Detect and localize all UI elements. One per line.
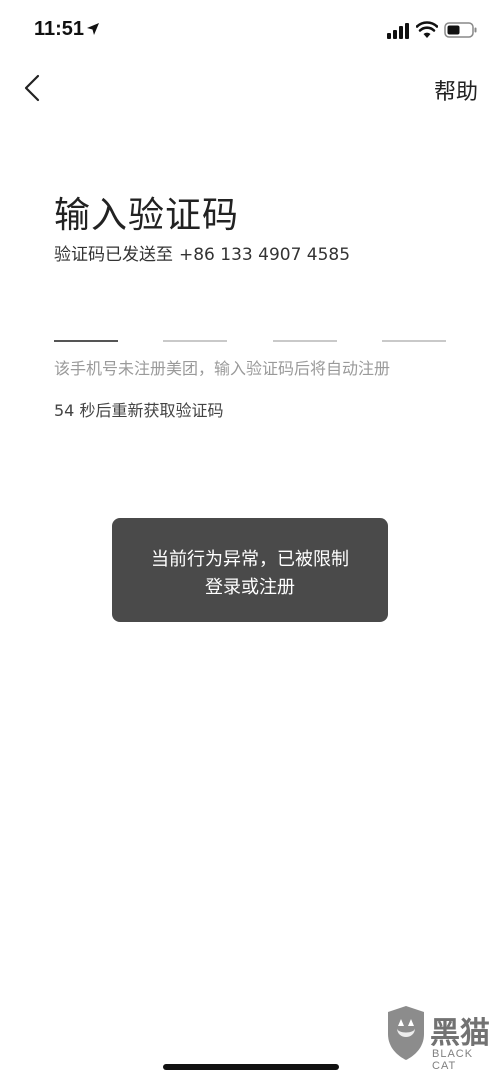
status-time: 11:51	[34, 18, 85, 40]
auto-register-hint: 该手机号未注册美团，输入验证码后将自动注册	[54, 359, 391, 378]
sent-to-info: 验证码已发送至 +86 133 4907 4585	[54, 240, 350, 265]
sent-to-label: 验证码已发送至	[54, 245, 173, 265]
code-digit-slot-3[interactable]	[273, 340, 337, 342]
verification-code-input[interactable]	[54, 340, 446, 344]
code-digit-slot-4[interactable]	[382, 340, 446, 342]
status-bar: 11:51	[0, 0, 500, 62]
error-toast: 当前行为异常，已被限制 登录或注册	[112, 518, 388, 622]
cellular-signal-icon	[387, 23, 409, 39]
toast-line-2: 登录或注册	[205, 577, 295, 598]
toast-line-1: 当前行为异常，已被限制	[151, 549, 349, 570]
location-arrow-icon	[87, 23, 99, 35]
code-digit-slot-2[interactable]	[163, 340, 227, 342]
phone-number: +86 133 4907 4585	[179, 245, 351, 265]
code-digit-slot-1[interactable]	[54, 340, 118, 342]
watermark-subtitle: BLACK CAT	[432, 1048, 474, 1072]
home-indicator[interactable]	[163, 1064, 339, 1070]
watermark-brand: 黑猫	[430, 1016, 490, 1051]
watermark: 黑猫 BLACK CAT	[384, 1004, 496, 1080]
cat-shield-logo-icon	[388, 1006, 424, 1060]
page-title: 输入验证码	[54, 195, 240, 236]
help-button[interactable]: 帮助	[434, 74, 478, 106]
resend-countdown: 54 秒后重新获取验证码	[54, 401, 224, 420]
battery-icon	[444, 22, 477, 38]
wifi-icon	[416, 21, 438, 38]
back-chevron-icon[interactable]	[18, 72, 50, 104]
